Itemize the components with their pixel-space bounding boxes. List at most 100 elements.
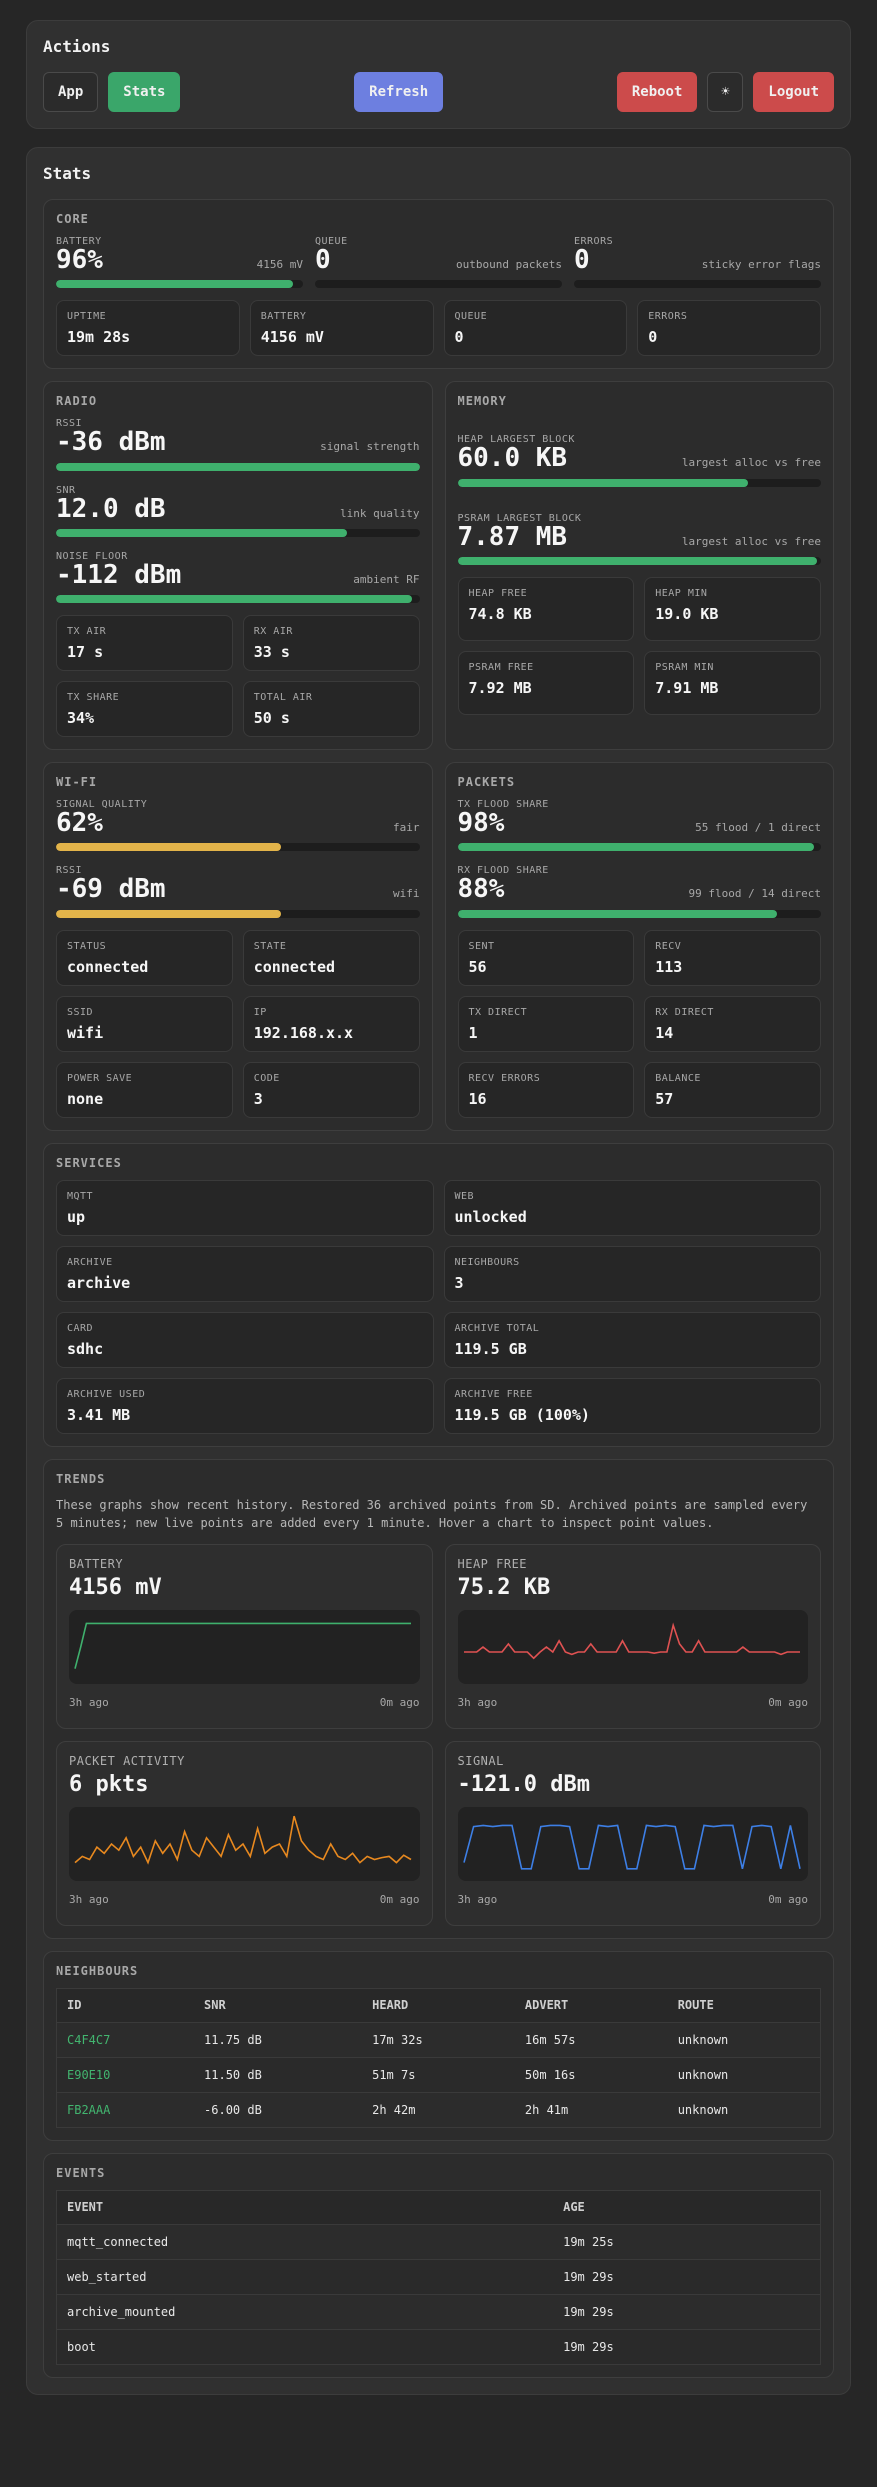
packet-activity-trend-chart[interactable]: PACKET ACTIVITY 6 pkts 3h ago 0m ago (56, 1740, 433, 1926)
snr-bar-fill (56, 528, 347, 537)
chart-value: 75.2 KB (457, 1574, 551, 1600)
table-row: E90E10 11.50 dB 51m 7s 50m 16s unknown (56, 2057, 821, 2093)
neighbour-id[interactable]: E90E10 (56, 2057, 195, 2093)
actions-title: Actions (43, 37, 111, 56)
card-label: CARD (67, 1322, 94, 1334)
metric-note: largest alloc vs free (681, 534, 821, 548)
heap-block-metric: HEAP LARGEST BLOCK 60.0 KB largest alloc … (457, 434, 821, 487)
metric-label: RX FLOOD SHARE (457, 865, 549, 877)
app-button[interactable]: App (43, 72, 99, 112)
chart-plot[interactable] (457, 1806, 808, 1881)
card-label: CODE (253, 1072, 280, 1084)
stat-card: STATE connected (242, 929, 420, 986)
card-label: RX AIR (253, 626, 293, 638)
wifi-rssi-metric: RSSI -69 dBm wifi (56, 865, 420, 918)
card-value: 119.5 GB (100%) (454, 1405, 590, 1424)
stat-card: SSID wifi (56, 995, 233, 1052)
memory-section: MEMORY HEAP LARGEST BLOCK 60.0 KB largest… (444, 381, 834, 751)
column-header: EVENT (56, 2190, 554, 2225)
metric-note: wifi (393, 887, 420, 901)
card-value: 19.0 KB (655, 604, 719, 623)
stats-button[interactable]: Stats (108, 72, 181, 112)
stat-card: HEAP MIN 19.0 KB (644, 576, 821, 641)
chart-plot[interactable] (69, 1806, 420, 1881)
psram-block-bar (457, 556, 821, 565)
signal-trend-chart[interactable]: SIGNAL -121.0 dBm 3h ago 0m ago (444, 1740, 821, 1926)
stat-card: PSRAM FREE 7.92 MB (457, 650, 635, 715)
card-label: PSRAM FREE (468, 661, 534, 673)
table-cell: 16m 57s (514, 2022, 668, 2058)
stat-card: WEB unlocked (443, 1179, 821, 1236)
card-label: TOTAL AIR (253, 692, 313, 704)
trends-title: TRENDS (56, 1471, 106, 1486)
stat-card: ARCHIVE TOTAL 119.5 GB (443, 1311, 821, 1368)
card-value: up (67, 1207, 86, 1226)
stat-card: STATUS connected (56, 929, 233, 986)
metric-note: link quality (340, 506, 420, 520)
stat-card: NEIGHBOURS 3 (443, 1245, 821, 1302)
card-label: PSRAM MIN (655, 661, 714, 673)
card-value: 1 (468, 1023, 478, 1042)
chart-label: HEAP FREE (457, 1556, 528, 1571)
neighbours-section: NEIGHBOURS ID SNR HEARD ADVERT ROUTE C4F… (43, 1950, 834, 2141)
neighbours-table: ID SNR HEARD ADVERT ROUTE C4F4C7 11.75 d… (56, 1987, 821, 2128)
noise-floor-metric: NOISE FLOOR -112 dBm ambient RF (56, 551, 420, 604)
event-name: web_started (56, 2259, 554, 2295)
column-header: ADVERT (514, 1988, 668, 2023)
table-cell: 11.75 dB (194, 2022, 363, 2058)
stats-title: Stats (43, 164, 92, 183)
metric-note: ambient RF (353, 572, 420, 586)
rx-flood-bar-fill (457, 909, 778, 918)
metric-value: 98% (457, 808, 505, 839)
event-age: 19m 29s (553, 2329, 821, 2365)
chart-plot[interactable] (69, 1609, 420, 1684)
column-header: ID (56, 1988, 195, 2023)
theme-toggle-icon[interactable]: ☀ (707, 72, 744, 112)
rssi-bar (56, 462, 420, 471)
card-label: NEIGHBOURS (454, 1256, 520, 1268)
heap-block-bar (457, 478, 821, 487)
rx-flood-bar (457, 909, 821, 918)
table-cell: unknown (677, 2102, 729, 2117)
table-row: boot 19m 29s (56, 2329, 821, 2365)
neighbours-title: NEIGHBOURS (56, 1963, 139, 1978)
events-section: EVENTS EVENT AGE mqtt_connected 19m 25s … (43, 2152, 834, 2378)
card-label: BATTERY (260, 311, 307, 323)
stat-card: CODE 3 (242, 1061, 420, 1118)
card-value: 7.92 MB (468, 678, 532, 697)
card-label: HEAP FREE (468, 587, 528, 599)
neighbour-id[interactable]: C4F4C7 (56, 2022, 195, 2058)
card-value: 3 (454, 1273, 464, 1292)
table-cell: unknown (667, 2022, 821, 2058)
queue-bar (315, 280, 562, 289)
stat-card: UPTIME 19m 28s (56, 300, 240, 357)
radio-title: RADIO (56, 394, 98, 409)
column-header: HEARD (362, 1988, 515, 2023)
stat-card: POWER SAVE none (56, 1061, 233, 1118)
card-label: UPTIME (67, 311, 107, 323)
chart-plot[interactable] (457, 1609, 808, 1684)
stat-card: RECV ERRORS 16 (457, 1061, 635, 1118)
packets-section: PACKETS TX FLOOD SHARE 98% 55 flood / 1 d… (444, 762, 834, 1131)
chart-axis-end: 0m ago (379, 1695, 420, 1709)
neighbour-id[interactable]: FB2AAA (57, 2092, 195, 2127)
signal-sparkline (462, 1824, 801, 1870)
stat-card: TX AIR 17 s (56, 615, 233, 672)
sparkline-path (74, 1622, 411, 1669)
battery-trend-chart[interactable]: BATTERY 4156 mV 3h ago 0m ago (56, 1543, 433, 1729)
logout-button[interactable]: Logout (753, 72, 834, 112)
packet-activity-sparkline (74, 1815, 412, 1865)
stat-card: ERRORS 0 (637, 300, 821, 357)
refresh-button[interactable]: Refresh (354, 72, 444, 112)
heap-free-trend-chart[interactable]: HEAP FREE 75.2 KB 3h ago 0m ago (444, 1543, 821, 1729)
metric-label: QUEUE (315, 236, 348, 247)
errors-metric: ERRORS 0 sticky error flags (574, 236, 821, 289)
wifi-title: WI-FI (56, 775, 98, 790)
event-name: archive_mounted (56, 2294, 554, 2330)
battery-bar (56, 280, 303, 289)
table-row: FB2AAA -6.00 dB 2h 42m 2h 41m unknown (57, 2092, 821, 2127)
reboot-button[interactable]: Reboot (616, 72, 698, 112)
chart-value: 6 pkts (69, 1771, 149, 1797)
card-label: STATUS (67, 940, 107, 952)
chart-value: -121.0 dBm (457, 1771, 590, 1797)
